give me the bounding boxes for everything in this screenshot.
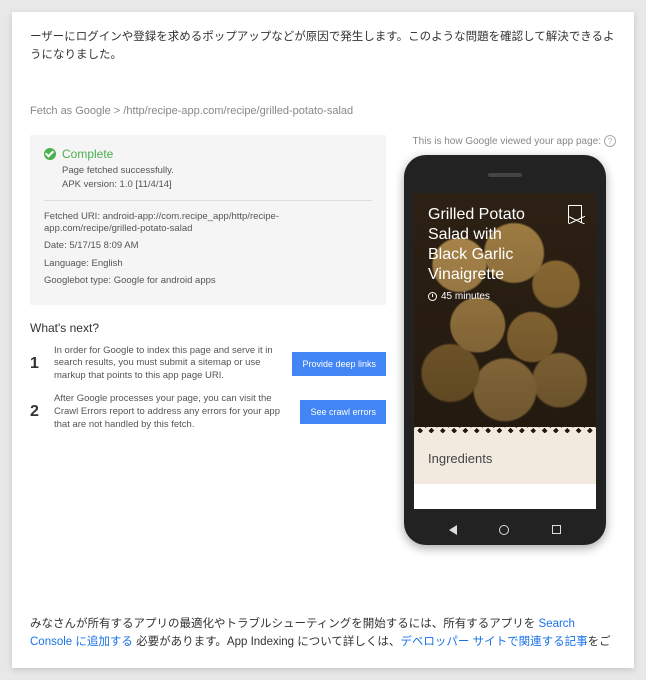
breadcrumb-path: /http/recipe-app.com/recipe/grilled-pota…: [123, 105, 353, 117]
check-icon: [44, 148, 56, 160]
page-container: ーザーにログインや登録を求めるポップアップなどが原因で発生します。このような問題…: [12, 12, 634, 668]
developer-site-link[interactable]: デベロッパー サイトで関連する記事: [400, 636, 587, 648]
provide-deep-links-button[interactable]: Provide deep links: [292, 352, 386, 376]
right-column: This is how Google viewed your app page:…: [404, 135, 616, 545]
phone-screen: Grilled Potato Salad with Black Garlic V…: [414, 193, 596, 509]
outro-paragraph: みなさんが所有するアプリの最適化やトラブルシューティングを開始するには、所有する…: [30, 615, 616, 652]
step-row-2: 2 After Google processes your page, you …: [30, 393, 386, 431]
nav-home-icon[interactable]: [499, 525, 509, 535]
nav-back-icon[interactable]: [449, 525, 457, 535]
recipe-time: 45 minutes: [428, 291, 582, 302]
main-columns: Complete Page fetched successfully. APK …: [30, 135, 616, 545]
intro-paragraph: ーザーにログインや登録を求めるポップアップなどが原因で発生します。このような問題…: [30, 28, 616, 65]
step-text: In order for Google to index this page a…: [54, 345, 282, 383]
phone-nav-bar: [404, 525, 606, 535]
recipe-title: Grilled Potato Salad with Black Garlic V…: [428, 205, 538, 285]
status-header: Complete: [44, 147, 372, 161]
status-title: Complete: [62, 147, 113, 161]
recipe-hero: Grilled Potato Salad with Black Garlic V…: [414, 193, 596, 433]
bookmark-icon[interactable]: [568, 205, 582, 223]
whats-next-title: What's next?: [30, 321, 386, 335]
breadcrumb: Fetch as Google > /http/recipe-app.com/r…: [30, 105, 616, 117]
breadcrumb-sep: >: [111, 105, 124, 117]
outro-post: をご: [588, 636, 611, 648]
fetch-bot-type: Googlebot type: Google for android apps: [44, 275, 372, 287]
step-text: After Google processes your page, you ca…: [54, 393, 290, 431]
fetch-language: Language: English: [44, 258, 372, 270]
outro-mid: 必要があります。App Indexing について詳しくは、: [133, 636, 401, 648]
step-number: 2: [30, 403, 44, 421]
outro-pre: みなさんが所有するアプリの最適化やトラブルシューティングを開始するには、所有する…: [30, 618, 539, 630]
clock-icon: [428, 292, 437, 301]
left-column: Complete Page fetched successfully. APK …: [30, 135, 386, 545]
step-row-1: 1 In order for Google to index this page…: [30, 345, 386, 383]
divider: [44, 200, 372, 201]
see-crawl-errors-button[interactable]: See crawl errors: [300, 400, 386, 424]
status-sub2: APK version: 1.0 [11/4/14]: [62, 179, 372, 190]
preview-label-text: This is how Google viewed your app page:: [413, 136, 601, 147]
step-number: 1: [30, 355, 44, 373]
recipe-time-text: 45 minutes: [441, 291, 490, 302]
zigzag-divider: [414, 433, 596, 441]
fetch-date: Date: 5/17/15 8:09 AM: [44, 240, 372, 252]
nav-recent-icon[interactable]: [552, 525, 561, 534]
preview-label: This is how Google viewed your app page:…: [404, 135, 616, 147]
status-panel: Complete Page fetched successfully. APK …: [30, 135, 386, 305]
phone-speaker: [488, 173, 522, 177]
status-sub1: Page fetched successfully.: [62, 165, 372, 176]
phone-mockup: Grilled Potato Salad with Black Garlic V…: [404, 155, 606, 545]
fetched-uri: Fetched URI: android-app://com.recipe_ap…: [44, 211, 372, 236]
help-icon[interactable]: ?: [604, 135, 616, 147]
breadcrumb-root[interactable]: Fetch as Google: [30, 105, 111, 117]
ingredients-section: Ingredients: [414, 441, 596, 484]
